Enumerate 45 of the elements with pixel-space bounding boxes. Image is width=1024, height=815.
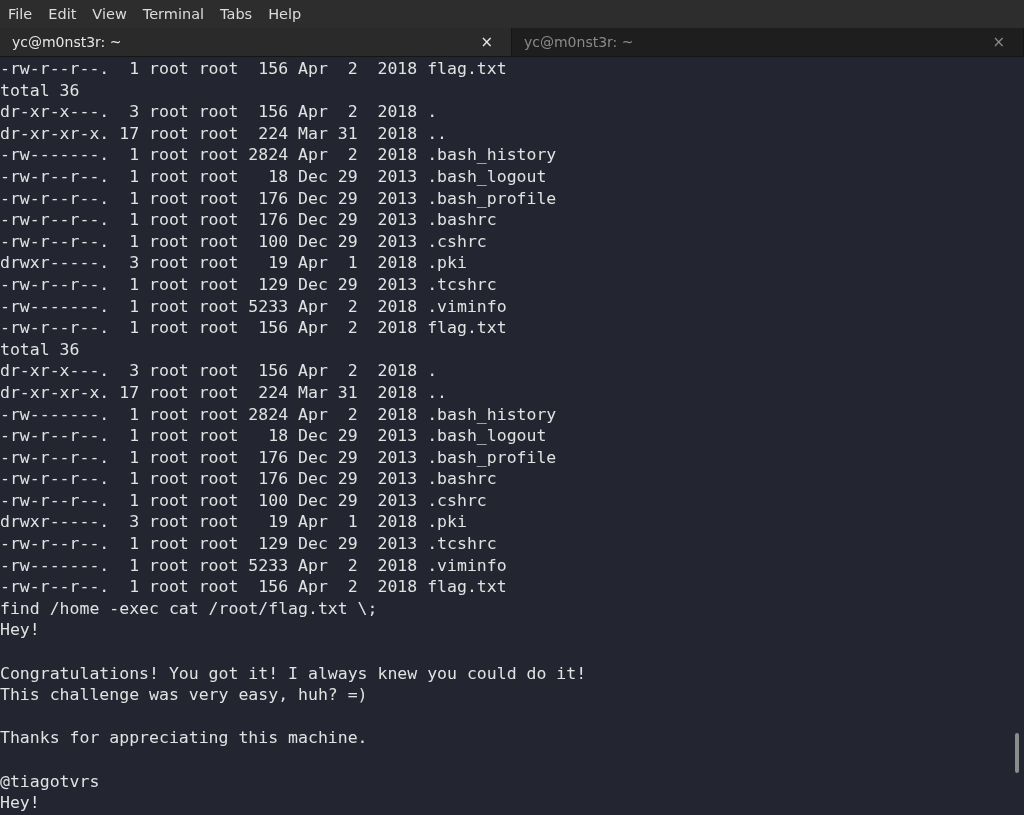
scrollbar-thumb[interactable] <box>1015 733 1019 773</box>
tab-title: yc@m0nst3r: ~ <box>524 34 634 50</box>
terminal-line: Congratulations! You got it! I always knew you could do it! <box>0 662 587 685</box>
terminal-line: -rw-r--r--. 1 root root 18 Dec 29 2013 .bash_logout <box>0 165 547 188</box>
terminal-line: -rw-r--r--. 1 root root 129 Dec 29 2013 .tcshrc <box>0 273 497 296</box>
terminal-line: -rw-r--r--. 1 root root 156 Apr 2 2018 flag.txt <box>0 58 507 80</box>
terminal-line: total 36 <box>0 338 80 361</box>
terminal-line: Hey! <box>0 619 40 642</box>
terminal-line: Thanks for appreciating this machine. <box>0 727 368 749</box>
terminal-line: -rw-------. 1 root root 5233 Apr 2 2018 .viminfo <box>0 295 507 318</box>
menu-item[interactable]: File <box>8 6 33 22</box>
terminal-line: -rw-r--r--. 1 root root 176 Dec 29 2013 .bashrc <box>0 209 497 231</box>
terminal-line: dr-xr-x---. 3 root root 156 Apr 2 2018 . <box>0 101 438 123</box>
terminal-line: -rw-r--r--. 1 root root 176 Dec 29 2013 .bash_profile <box>0 446 557 469</box>
terminal-line: -rw-r--r--. 1 root root 156 Apr 2 2018 flag.txt <box>0 576 507 598</box>
terminal-line: This challenge was very easy, huh? =) <box>0 684 368 706</box>
terminal-line: -rw-r--r--. 1 root root 100 Dec 29 2013 .cshrc <box>0 230 487 253</box>
terminal-line: @tiagotvrs <box>0 770 100 793</box>
terminal-tab[interactable]: yc@m0nst3r: ~ × <box>512 28 1024 56</box>
terminal-line: total 36 <box>0 79 80 102</box>
terminal-line: find /home -exec cat /root/flag.txt \; <box>0 597 378 620</box>
terminal-line: drwxr-----. 3 root root 19 Apr 1 2018 .pki <box>0 511 467 534</box>
terminal-line: -rw-r--r--. 1 root root 176 Dec 29 2013 .bash_profile <box>0 187 557 210</box>
menu-item[interactable]: Help <box>268 6 302 22</box>
terminal-line: dr-xr-xr-x. 17 root root 224 Mar 31 2018 .. <box>0 122 448 145</box>
terminal-line: dr-xr-xr-x. 17 root root 224 Mar 31 2018 .. <box>0 381 448 404</box>
close-tab-button[interactable]: × <box>992 33 1005 51</box>
terminal-line: -rw-------. 1 root root 2824 Apr 2 2018 .bash_history <box>0 403 557 426</box>
terminal-line: -rw-r--r--. 1 root root 18 Dec 29 2013 .bash_logout <box>0 425 547 447</box>
terminal-line: -rw-r--r--. 1 root root 100 Dec 29 2013 .cshrc <box>0 489 487 512</box>
terminal-line: -rw-r--r--. 1 root root 156 Apr 2 2018 flag.txt <box>0 317 507 339</box>
terminal-tab[interactable]: yc@m0nst3r: ~ × <box>0 28 512 56</box>
terminal-line: dr-xr-x---. 3 root root 156 Apr 2 2018 . <box>0 360 438 382</box>
close-tab-button[interactable]: × <box>480 33 493 51</box>
terminal-line: drwxr-----. 3 root root 19 Apr 1 2018 .pki <box>0 252 467 274</box>
menu-item[interactable]: Tabs <box>220 6 253 22</box>
menu-item[interactable]: View <box>92 6 127 22</box>
terminal-line: -rw-------. 1 root root 2824 Apr 2 2018 .bash_history <box>0 144 557 166</box>
terminal-line: -rw-r--r--. 1 root root 176 Dec 29 2013 .bashrc <box>0 468 497 490</box>
menu-item[interactable]: Terminal <box>142 6 205 22</box>
terminal-line: -rw-r--r--. 1 root root 129 Dec 29 2013 .tcshrc <box>0 533 497 555</box>
tab-title: yc@m0nst3r: ~ <box>12 34 122 50</box>
menu-item[interactable]: Edit <box>48 6 77 22</box>
terminal-line: Hey! <box>0 792 40 814</box>
terminal-line: -rw-------. 1 root root 5233 Apr 2 2018 .viminfo <box>0 554 507 577</box>
